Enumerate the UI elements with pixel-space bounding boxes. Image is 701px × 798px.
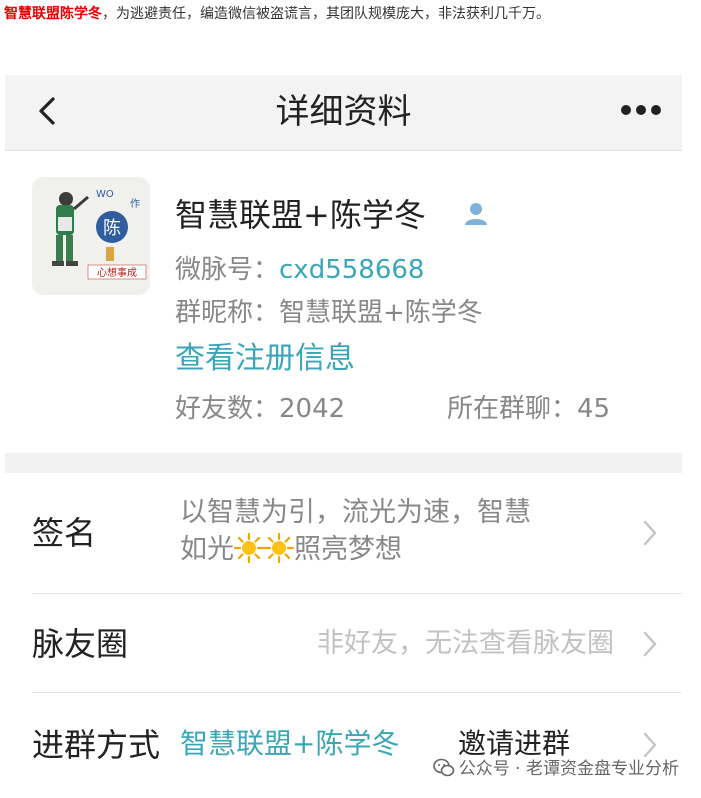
group-nickname-value: 智慧联盟+陈学冬 bbox=[279, 298, 483, 328]
signature-line-2-end: 照亮梦想 bbox=[294, 534, 402, 565]
avatar-badge-text: 陈 bbox=[103, 218, 121, 239]
groups-label: 所在群聊： bbox=[447, 394, 578, 424]
watermark-text: 公众号 · 老谭资金盘专业分析 bbox=[458, 759, 679, 779]
navigation-bar: 详细资料 bbox=[5, 75, 682, 151]
avatar-bottom-text: 心想事成 bbox=[97, 266, 137, 279]
sun-emoji-icon bbox=[234, 533, 264, 563]
account-id-label: 微脉号： bbox=[175, 255, 280, 285]
section-separator bbox=[5, 453, 682, 473]
avatar[interactable]: 陈 WO 作 心想事成 bbox=[32, 177, 150, 295]
join-method-value: 智慧联盟+陈学冬 bbox=[180, 727, 400, 760]
moments-value: 非好友，无法查看脉友圈 bbox=[317, 628, 614, 659]
groups-value: 45 bbox=[577, 394, 611, 424]
avatar-side-text: 作 bbox=[130, 198, 140, 210]
signature-line-2: 如光 照亮梦想 bbox=[180, 531, 620, 568]
profile-screenshot: 详细资料 陈 WO 作 心想事成 智慧联盟+陈学冬 微脉号：cxd558668 … bbox=[5, 75, 682, 798]
sun-emoji-icon bbox=[264, 533, 294, 563]
article-body: ，为逃避责任，编造微信被盗谎言，其团队规模庞大，非法获利几千万。 bbox=[102, 6, 550, 22]
moments-row[interactable]: 脉友圈 非好友，无法查看脉友圈 bbox=[5, 594, 682, 692]
signature-row[interactable]: 签名 以智慧为引，流光为速，智慧 如光 照亮梦想 bbox=[5, 473, 682, 593]
join-method-row[interactable]: 进群方式 智慧联盟+陈学冬 邀请进群 bbox=[5, 693, 682, 798]
group-nickname-label: 群昵称： bbox=[175, 298, 280, 328]
chevron-right-icon bbox=[643, 631, 657, 657]
profile-name: 智慧联盟+陈学冬 bbox=[175, 196, 426, 234]
signature-line-1: 以智慧为引，流光为速，智慧 bbox=[180, 497, 531, 528]
groups-count: 所在群聊：45 bbox=[447, 391, 610, 427]
signature-line-2-start: 如光 bbox=[180, 534, 234, 565]
article-highlight: 智慧联盟陈学冬 bbox=[4, 6, 102, 22]
user-icon bbox=[465, 203, 487, 225]
chevron-right-icon bbox=[643, 520, 657, 546]
wechat-icon bbox=[432, 758, 455, 777]
page-title: 详细资料 bbox=[275, 92, 412, 132]
friends-value: 2042 bbox=[279, 394, 346, 424]
account-id-value: cxd558668 bbox=[279, 255, 425, 285]
friends-count: 好友数：2042 bbox=[175, 391, 345, 427]
join-method-label: 进群方式 bbox=[32, 726, 161, 764]
article-paragraph: 智慧联盟陈学冬，为逃避责任，编造微信被盗谎言，其团队规模庞大，非法获利几千万。 bbox=[4, 0, 664, 28]
group-nickname-row: 群昵称：智慧联盟+陈学冬 bbox=[175, 295, 483, 331]
account-id-row: 微脉号：cxd558668 bbox=[175, 252, 424, 288]
ellipsis-icon[interactable] bbox=[620, 103, 662, 117]
view-registration-link[interactable]: 查看注册信息 bbox=[175, 338, 355, 380]
avatar-image: 陈 WO 作 心想事成 bbox=[32, 177, 150, 295]
chevron-right-icon bbox=[643, 732, 657, 758]
friends-label: 好友数： bbox=[175, 394, 280, 424]
watermark: 公众号 · 老谭资金盘专业分析 bbox=[432, 757, 679, 781]
avatar-top-text: WO bbox=[96, 189, 114, 200]
signature-label: 签名 bbox=[32, 514, 97, 552]
moments-label: 脉友圈 bbox=[32, 625, 129, 663]
signature-text: 以智慧为引，流光为速，智慧 如光 照亮梦想 bbox=[180, 494, 620, 568]
